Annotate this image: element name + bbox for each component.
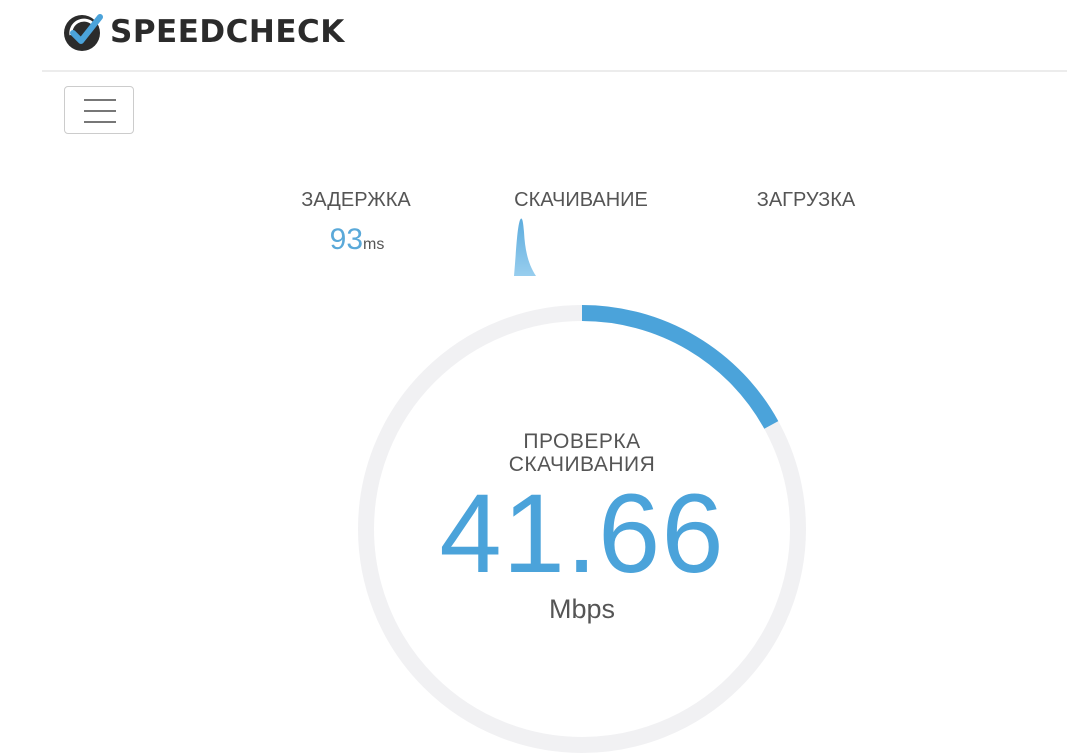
checkmark-badge-icon <box>64 14 103 51</box>
gauge-title-line1: ПРОВЕРКА <box>523 430 641 453</box>
download-speed-value: 41.66 <box>439 471 725 596</box>
latency-number: 93 <box>329 223 364 256</box>
gauge-title: ПРОВЕРКА СКАЧИВАНИЯ <box>432 430 732 476</box>
gauge-progress-arc <box>581 305 779 429</box>
latency-value: 93ms <box>300 222 414 263</box>
menu-toggle-button[interactable] <box>64 86 134 134</box>
download-label: СКАЧИВАНИЕ <box>514 189 648 211</box>
brand-name: SPEEDCHECK <box>110 14 345 50</box>
hamburger-menu-icon <box>84 99 116 101</box>
hamburger-menu-icon-bar <box>84 121 116 123</box>
brand[interactable]: SPEEDCHECK <box>62 10 345 54</box>
latency-unit: ms <box>363 236 385 253</box>
sparkline-area <box>514 218 536 276</box>
upload-label: ЗАГРУЗКА <box>756 189 856 211</box>
hamburger-menu-icon-bar <box>84 110 116 112</box>
header-divider <box>42 70 1067 72</box>
header: SPEEDCHECK <box>0 0 1067 70</box>
download-speed-unit: Mbps <box>548 594 616 624</box>
latency-label: ЗАДЕРЖКА <box>301 189 411 211</box>
download-speed-sparkline <box>514 218 536 276</box>
